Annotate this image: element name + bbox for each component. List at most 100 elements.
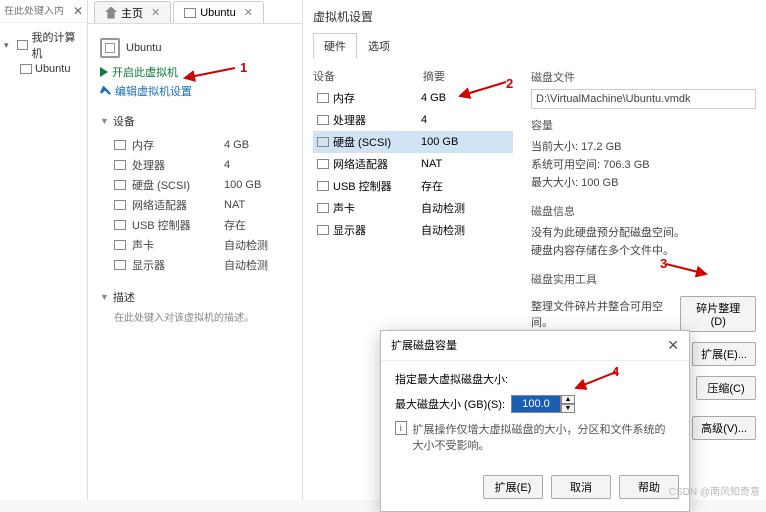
device-icon	[317, 115, 329, 125]
caret-down-icon: ▼	[100, 292, 109, 302]
col-device: 设备	[313, 68, 423, 84]
col-summary: 摘要	[423, 68, 445, 84]
tab-home[interactable]: 主页 ✕	[94, 1, 171, 23]
device-row[interactable]: 声卡自动检测	[100, 235, 286, 255]
disk-file-path: D:\VirtualMachine\Ubuntu.vmdk	[531, 89, 756, 109]
hw-row[interactable]: USB 控制器存在	[313, 175, 513, 197]
caret-down-icon: ▼	[100, 116, 109, 126]
device-icon	[317, 137, 329, 147]
hw-value: 自动检测	[421, 200, 465, 216]
max-size-input[interactable]	[511, 395, 561, 413]
tab-hardware[interactable]: 硬件	[313, 33, 357, 59]
tree-vm-label: Ubuntu	[35, 63, 70, 75]
max-size-spinner[interactable]: ▲▼	[511, 395, 575, 413]
device-value: 100 GB	[224, 179, 261, 191]
vm-summary-panel: Ubuntu 开启此虚拟机 编辑虚拟机设置 ▼设备 内存4 GB处理器4硬盘 (…	[88, 24, 298, 332]
library-search-row: ✕	[0, 0, 87, 23]
utilities-label: 磁盘实用工具	[531, 271, 756, 287]
device-row[interactable]: 内存4 GB	[100, 135, 286, 155]
tab-home-label: 主页	[121, 5, 143, 21]
library-search-input[interactable]	[4, 6, 64, 17]
device-row[interactable]: 显示器自动检测	[100, 255, 286, 275]
dialog-expand-button[interactable]: 扩展(E)	[483, 475, 543, 499]
device-value: 存在	[224, 217, 246, 233]
close-icon[interactable]: ✕	[73, 4, 83, 18]
device-value: 4 GB	[224, 139, 249, 151]
system-free: 系统可用空间: 706.3 GB	[531, 155, 756, 173]
device-icon	[114, 260, 126, 270]
tab-close-icon[interactable]: ✕	[244, 6, 253, 19]
power-on-link[interactable]: 开启此虚拟机	[100, 64, 286, 80]
device-value: 自动检测	[224, 237, 268, 253]
section-devices[interactable]: ▼设备	[100, 113, 286, 129]
expand-button[interactable]: 扩展(E)...	[692, 342, 756, 366]
device-value: NAT	[224, 199, 245, 211]
info-icon: i	[395, 421, 407, 435]
dialog-cancel-button[interactable]: 取消	[551, 475, 611, 499]
hw-name: 显示器	[333, 222, 366, 238]
disk-file-label: 磁盘文件	[531, 69, 756, 85]
library-sidebar: ✕ ▾ 我的计算机 Ubuntu	[0, 0, 88, 500]
collapse-icon[interactable]: ▾	[4, 40, 14, 51]
device-name: 网络适配器	[132, 197, 218, 213]
hw-row[interactable]: 声卡自动检测	[313, 197, 513, 219]
hw-row[interactable]: 处理器4	[313, 109, 513, 131]
current-size: 当前大小: 17.2 GB	[531, 137, 756, 155]
library-tree: ▾ 我的计算机 Ubuntu	[0, 23, 87, 79]
expand-dialog-title: 扩展磁盘容量	[391, 337, 457, 354]
wrench-icon	[100, 86, 111, 97]
device-icon	[114, 220, 126, 230]
close-icon[interactable]: ✕	[667, 337, 679, 354]
device-row[interactable]: USB 控制器存在	[100, 215, 286, 235]
device-icon	[114, 180, 126, 190]
description-hint: 在此处键入对该虚拟机的描述。	[100, 305, 286, 324]
vm-title-icon	[100, 38, 120, 58]
device-value: 自动检测	[224, 257, 268, 273]
settings-tabs: 硬件 选项	[303, 33, 766, 59]
section-description[interactable]: ▼描述	[100, 289, 286, 305]
device-icon	[114, 200, 126, 210]
hw-row[interactable]: 内存 4 GB	[313, 87, 513, 109]
hw-name: 内存	[333, 90, 355, 106]
expand-disk-dialog: 扩展磁盘容量 ✕ 指定最大虚拟磁盘大小: 最大磁盘大小 (GB)(S): ▲▼ …	[380, 330, 690, 512]
device-name: 声卡	[132, 237, 218, 253]
hw-value: 4 GB	[421, 92, 446, 104]
hw-row[interactable]: 网络适配器NAT	[313, 153, 513, 175]
defrag-button[interactable]: 碎片整理(D)	[680, 296, 756, 332]
device-icon	[114, 140, 126, 150]
hw-name: 处理器	[333, 112, 366, 128]
util-defrag-desc: 整理文件碎片并整合可用空间。	[531, 297, 680, 331]
play-icon	[100, 67, 108, 77]
tab-close-icon[interactable]: ✕	[151, 6, 160, 19]
tab-vm-label: Ubuntu	[200, 7, 235, 19]
expand-note: 扩展操作仅增大虚拟磁盘的大小，分区和文件系统的大小不受影响。	[413, 421, 675, 453]
edit-settings-link[interactable]: 编辑虚拟机设置	[100, 83, 286, 99]
advanced-button[interactable]: 高级(V)...	[692, 416, 756, 440]
hw-row[interactable]: 硬盘 (SCSI)100 GB	[313, 131, 513, 153]
hw-name: 网络适配器	[333, 156, 388, 172]
disk-info-label: 磁盘信息	[531, 203, 756, 219]
hw-row[interactable]: 显示器 自动检测	[313, 219, 513, 241]
device-icon	[317, 159, 329, 169]
spin-up-icon[interactable]: ▲	[561, 395, 575, 404]
max-size: 最大大小: 100 GB	[531, 173, 756, 191]
pc-icon	[17, 40, 29, 50]
tab-vm[interactable]: Ubuntu ✕	[173, 1, 264, 23]
tree-vm[interactable]: Ubuntu	[2, 63, 85, 75]
compact-button[interactable]: 压缩(C)	[696, 376, 756, 400]
vm-title: Ubuntu	[100, 38, 286, 58]
tab-options[interactable]: 选项	[357, 33, 401, 59]
hw-value: 自动检测	[421, 222, 465, 238]
hw-list-header: 设备 摘要	[313, 65, 513, 87]
spin-down-icon[interactable]: ▼	[561, 404, 575, 413]
device-row[interactable]: 网络适配器 NAT	[100, 195, 286, 215]
watermark: CSDN @南风知奇意	[669, 483, 760, 498]
tree-root-label: 我的计算机	[31, 29, 85, 61]
device-row[interactable]: 硬盘 (SCSI)100 GB	[100, 175, 286, 195]
vm-icon	[184, 8, 196, 18]
device-row[interactable]: 处理器4	[100, 155, 286, 175]
device-value: 4	[224, 159, 230, 171]
disk-info-1: 没有为此硬盘预分配磁盘空间。	[531, 223, 756, 241]
device-icon	[114, 240, 126, 250]
tree-root[interactable]: ▾ 我的计算机	[2, 27, 85, 63]
